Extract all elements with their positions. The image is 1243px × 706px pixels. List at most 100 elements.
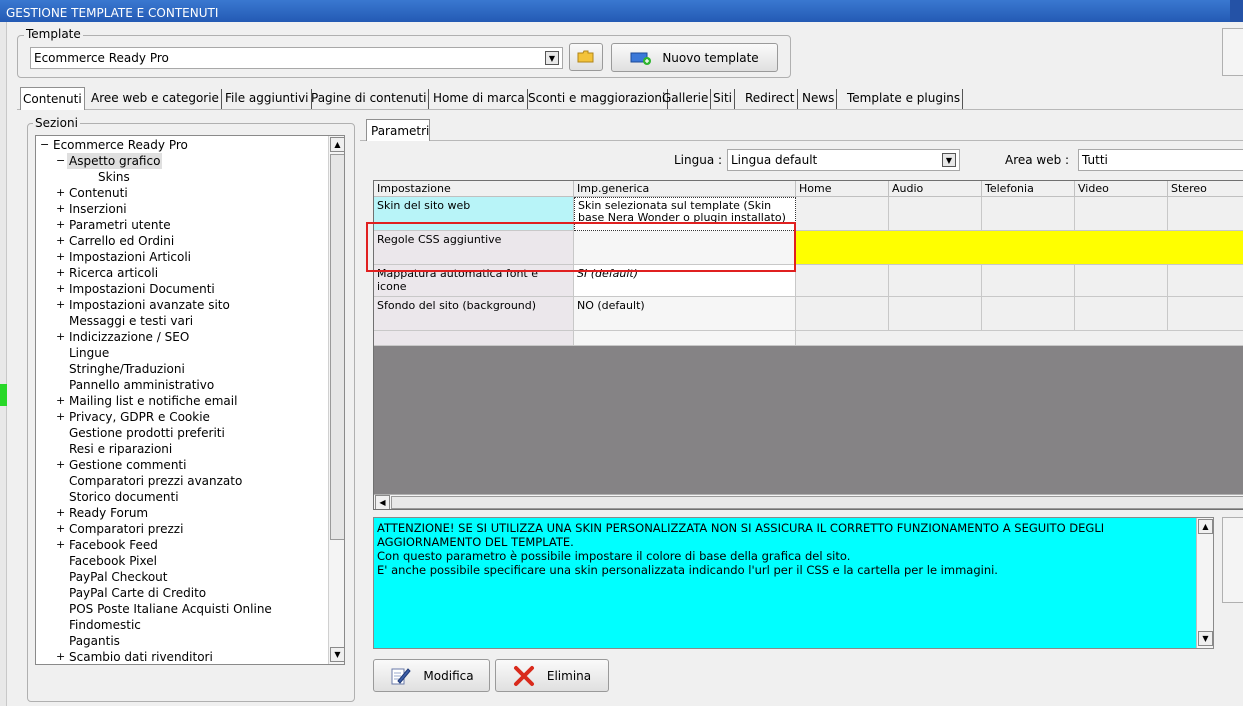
open-folder-button[interactable]	[569, 43, 603, 71]
collapse-icon[interactable]: −	[56, 153, 65, 169]
grid-cell[interactable]	[889, 297, 982, 331]
grid-cell[interactable]	[796, 297, 889, 331]
expand-icon[interactable]: +	[56, 249, 65, 265]
tree-item[interactable]: Ricerca articoli	[69, 265, 158, 281]
edit-button[interactable]: Modifica	[373, 659, 490, 692]
tree-item[interactable]: Privacy, GDPR e Cookie	[69, 409, 210, 425]
tab-aree-web[interactable]: Aree web e categorie	[89, 89, 222, 109]
tab-siti[interactable]: Siti	[711, 89, 735, 109]
tree-item-skins[interactable]: Skins	[98, 169, 130, 185]
grid-cell[interactable]	[1075, 197, 1168, 231]
grid-header[interactable]: Impostazione	[374, 181, 574, 197]
tab-home-marca[interactable]: Home di marca	[431, 89, 528, 109]
grid-cell[interactable]	[889, 197, 982, 231]
tree-item[interactable]: Carrello ed Ordini	[69, 233, 174, 249]
tree-item[interactable]: Impostazioni Articoli	[69, 249, 191, 265]
sections-scrollbar[interactable]: ▲ ▼	[328, 136, 344, 664]
new-template-button[interactable]: Nuovo template	[611, 43, 778, 72]
tab-news[interactable]: News	[800, 89, 838, 109]
grid-cell[interactable]	[796, 331, 1243, 346]
grid-cell[interactable]	[1075, 297, 1168, 331]
expand-icon[interactable]: +	[56, 409, 65, 425]
grid-cell[interactable]	[1168, 265, 1243, 297]
grid-cell-setting[interactable]: Sfondo del sito (background)	[374, 297, 574, 331]
grid-header[interactable]: Audio	[889, 181, 982, 197]
tree-item[interactable]: Lingue	[69, 345, 109, 361]
expand-icon[interactable]: +	[56, 393, 65, 409]
tab-template-plugins[interactable]: Template e plugins	[845, 89, 964, 109]
grid-row-highlight[interactable]	[796, 231, 1243, 265]
tree-item[interactable]: Comparatori prezzi	[69, 521, 183, 537]
grid-cell[interactable]	[889, 265, 982, 297]
tab-parametri[interactable]: Parametri	[366, 119, 430, 141]
tree-item[interactable]: Facebook Feed	[69, 537, 158, 553]
tree-item[interactable]: Contenuti	[69, 185, 128, 201]
tree-item[interactable]: Gestione prodotti preferiti	[69, 425, 225, 441]
tree-item[interactable]: Mailing list e notifiche email	[69, 393, 237, 409]
grid-cell[interactable]	[1075, 265, 1168, 297]
tree-item[interactable]: Impostazioni avanzate sito	[69, 297, 230, 313]
grid-cell[interactable]	[982, 297, 1075, 331]
grid-header[interactable]: Video	[1075, 181, 1168, 197]
expand-icon[interactable]: +	[56, 329, 65, 345]
expand-icon[interactable]: +	[56, 537, 65, 553]
tab-sconti[interactable]: Sconti e maggiorazioni	[526, 89, 669, 109]
expand-icon[interactable]: +	[56, 521, 65, 537]
tree-item[interactable]: Parametri utente	[69, 217, 171, 233]
hscroll-thumb[interactable]	[391, 496, 1243, 509]
scroll-down-icon[interactable]: ▼	[330, 647, 344, 662]
tab-redirect[interactable]: Redirect	[743, 89, 798, 109]
grid-cell[interactable]	[982, 265, 1075, 297]
scroll-up-icon[interactable]: ▲	[1198, 519, 1213, 534]
expand-icon[interactable]: +	[56, 649, 65, 664]
scroll-left-icon[interactable]: ◀	[375, 495, 390, 509]
grid-cell[interactable]	[374, 331, 574, 346]
tree-root[interactable]: Ecommerce Ready Pro	[53, 137, 188, 153]
area-web-select[interactable]: Tutti	[1078, 149, 1243, 171]
grid-cell[interactable]	[982, 197, 1075, 231]
tree-item[interactable]: Facebook Pixel	[69, 553, 157, 569]
tree-item[interactable]: POS Poste Italiane Acquisti Online	[69, 601, 272, 617]
scroll-up-icon[interactable]: ▲	[330, 137, 344, 152]
tree-item[interactable]: Messaggi e testi vari	[69, 313, 193, 329]
tree-item[interactable]: Impostazioni Documenti	[69, 281, 215, 297]
tree-item[interactable]: Ready Forum	[69, 505, 148, 521]
tree-item[interactable]: Pannello amministrativo	[69, 377, 214, 393]
info-scrollbar[interactable]: ▲ ▼	[1196, 518, 1213, 648]
chevron-down-icon[interactable]: ▼	[545, 51, 559, 65]
grid-cell[interactable]	[796, 265, 889, 297]
tree-item[interactable]: Findomestic	[69, 617, 141, 633]
grid-cell[interactable]	[1168, 297, 1243, 331]
template-select[interactable]: Ecommerce Ready Pro ▼	[30, 47, 563, 69]
tree-item-aspetto-grafico[interactable]: Aspetto grafico	[67, 153, 163, 169]
expand-icon[interactable]: +	[56, 457, 65, 473]
delete-button[interactable]: Elimina	[495, 659, 609, 692]
expand-icon[interactable]: +	[56, 265, 65, 281]
tree-item[interactable]: Inserzioni	[69, 201, 127, 217]
tab-file-aggiuntivi[interactable]: File aggiuntivi	[223, 89, 312, 109]
expand-icon[interactable]: +	[56, 185, 65, 201]
tree-item[interactable]: PayPal Carte di Credito	[69, 585, 206, 601]
tree-item[interactable]: Scambio dati rivenditori	[69, 649, 213, 664]
lingua-select[interactable]: Lingua default ▼	[727, 149, 960, 171]
collapse-icon[interactable]: −	[40, 137, 49, 153]
grid-cell[interactable]	[796, 197, 889, 231]
expand-icon[interactable]: +	[56, 201, 65, 217]
grid-cell[interactable]	[574, 331, 796, 346]
tab-pagine-contenuti[interactable]: Pagine di contenuti	[309, 89, 430, 109]
tree-item[interactable]: Storico documenti	[69, 489, 179, 505]
info-textarea[interactable]: ATTENZIONE! SE SI UTILIZZA UNA SKIN PERS…	[373, 517, 1214, 649]
tree-item[interactable]: Resi e riparazioni	[69, 441, 172, 457]
expand-icon[interactable]: +	[56, 297, 65, 313]
tree-item[interactable]: Pagantis	[69, 633, 120, 649]
scroll-down-icon[interactable]: ▼	[1198, 631, 1213, 646]
tree-item[interactable]: PayPal Checkout	[69, 569, 168, 585]
tree-item[interactable]: Stringhe/Traduzioni	[69, 361, 185, 377]
tree-item[interactable]: Gestione commenti	[69, 457, 186, 473]
grid-hscrollbar[interactable]: ◀	[374, 494, 1243, 509]
tab-contenuti[interactable]: Contenuti	[20, 87, 85, 110]
grid-cell-value[interactable]: NO (default)	[574, 297, 796, 331]
tab-gallerie[interactable]: Gallerie	[660, 89, 712, 109]
tree-item[interactable]: Comparatori prezzi avanzato	[69, 473, 242, 489]
grid-header[interactable]: Home	[796, 181, 889, 197]
